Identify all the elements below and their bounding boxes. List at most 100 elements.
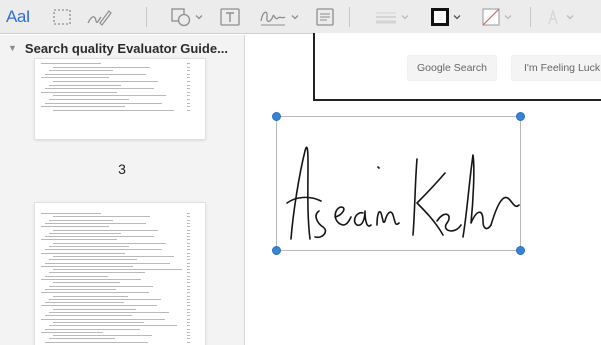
- selection-tool-button[interactable]: [52, 5, 72, 29]
- thumbnail-text-line: [45, 102, 162, 104]
- chevron-down-icon: [291, 15, 299, 20]
- thumbnail-text-line: [49, 219, 113, 221]
- thumbnail-text-line: [49, 272, 145, 274]
- border-color-button[interactable]: [430, 5, 461, 29]
- thumbnail-text-line: [45, 315, 132, 317]
- thumbnail-text-line: [41, 305, 157, 307]
- resize-handle-bottom-left[interactable]: [272, 246, 281, 255]
- thumbnail-text-line: [53, 229, 158, 231]
- google-search-button: Google Search: [407, 55, 497, 81]
- thumbnail-text-line: [49, 312, 169, 313]
- thumbnail-page-ref: [187, 269, 190, 271]
- text-box-tool-button[interactable]: [219, 5, 241, 29]
- thumbnail-page-ref: [187, 232, 190, 234]
- thumbnail-text-line: [49, 84, 121, 86]
- thumbnail-page-ref: [187, 219, 190, 221]
- thumbnail-text-line: [41, 252, 125, 254]
- thumbnail-page-ref: [187, 341, 190, 343]
- thumbnail-text-line: [53, 66, 150, 68]
- thumbnail-text-line: [53, 335, 152, 337]
- thumbnail-text-line: [53, 95, 166, 97]
- toolbar-separator: [530, 7, 531, 27]
- resize-handle-top-right[interactable]: [516, 112, 525, 121]
- thumbnail-text-line: [41, 77, 109, 79]
- thumbnail-text-line: [49, 338, 115, 340]
- thumbnail-page-ref: [187, 106, 190, 108]
- markup-toolbar: AaI: [0, 0, 601, 34]
- thumbnail-text-line: [41, 63, 101, 64]
- thumbnail-text-line: [41, 292, 149, 294]
- thumbnail-text-line: [53, 81, 158, 82]
- thumbnail-text-line: [45, 341, 148, 343]
- disclosure-triangle-icon[interactable]: ▼: [8, 43, 17, 53]
- thumbnail-page-ref: [187, 298, 190, 300]
- thumbnail-text-line: [45, 275, 108, 277]
- chevron-down-icon: [195, 15, 203, 20]
- thumbnail-text-line: [45, 236, 154, 238]
- thumbnail-page-ref: [187, 275, 190, 277]
- thumbnail-text-line: [49, 298, 161, 300]
- thumbnail-text-line: [45, 222, 146, 224]
- thumbnail-text-line: [41, 226, 109, 228]
- toolbar-separator: [349, 7, 350, 27]
- shape-style-button[interactable]: [374, 5, 409, 29]
- thumbnail-page-ref: [187, 302, 190, 304]
- text-style-button[interactable]: AaI: [4, 5, 32, 29]
- embedded-screenshot: Google Search I'm Feeling Luck: [313, 33, 601, 101]
- thumbnail-page-ref: [187, 335, 190, 337]
- document-header[interactable]: ▼ Search quality Evaluator Guide...: [0, 35, 244, 61]
- thumbnail-page-ref: [187, 99, 190, 100]
- thumbnail-text-line: [49, 99, 129, 100]
- resize-handle-bottom-right[interactable]: [516, 246, 525, 255]
- thumbnail-page-ref: [187, 109, 190, 111]
- thumbnail-page-ref: [187, 239, 190, 241]
- thumbnail-page-ref: [187, 255, 190, 257]
- thumbnail-page-ref: [187, 63, 190, 64]
- thumbnail-text-line: [49, 285, 153, 287]
- rectangular-selection-icon: [53, 9, 71, 25]
- document-canvas: Google Search I'm Feeling Luck: [246, 33, 601, 345]
- thumbnail-page-ref: [187, 315, 190, 317]
- thumbnail-text-line: [41, 331, 103, 333]
- chevron-down-icon: [453, 15, 461, 20]
- thumbnail-text-line: [41, 318, 165, 320]
- thumbnail-text-line: [53, 255, 174, 257]
- fill-color-button[interactable]: [481, 5, 512, 29]
- thumbnail-text-line: [53, 109, 174, 111]
- page-thumbnail[interactable]: [35, 59, 205, 139]
- chevron-down-icon: [504, 15, 512, 20]
- thumbnail-page-ref: [187, 338, 190, 340]
- thumbnail-sidebar: ▼ Search quality Evaluator Guide... 3: [0, 35, 245, 345]
- sign-tool-button[interactable]: [258, 5, 299, 29]
- thumbnail-page-ref: [187, 73, 190, 75]
- thumbnail-page-ref: [187, 305, 190, 307]
- note-tool-button[interactable]: [315, 5, 335, 29]
- signature-annotation[interactable]: [272, 112, 525, 255]
- thumbnail-text-line: [49, 232, 121, 234]
- thumbnail-page-ref: [187, 216, 190, 218]
- thumbnail-text-line: [45, 262, 170, 264]
- sketch-tool-button[interactable]: [86, 5, 112, 29]
- thumbnail-page-ref: [187, 312, 190, 313]
- signature-icon: [260, 11, 286, 26]
- thumbnail-page-ref: [187, 325, 190, 327]
- thumbnail-text-line: [53, 295, 128, 297]
- thumbnail-text-line: [41, 106, 125, 108]
- thumbnail-text-line: [49, 246, 129, 247]
- document-title: Search quality Evaluator Guide...: [24, 40, 228, 56]
- text-style-label: AaI: [6, 7, 31, 26]
- thumbnail-page-ref: [187, 252, 190, 254]
- thumbnail-text-line: [45, 73, 146, 75]
- thumbnail-page-ref: [187, 259, 190, 261]
- feeling-lucky-button: I'm Feeling Luck: [511, 55, 601, 81]
- thumbnail-text-line: [45, 302, 124, 304]
- text-color-button[interactable]: [543, 5, 574, 29]
- page-thumbnail[interactable]: [35, 203, 205, 345]
- thumbnail-page-ref: [187, 102, 190, 104]
- resize-handle-top-left[interactable]: [272, 112, 281, 121]
- toolbar-separator: [146, 7, 147, 27]
- text-color-icon: [548, 8, 558, 25]
- shapes-tool-button[interactable]: [170, 5, 203, 29]
- thumbnail-text-line: [41, 265, 133, 267]
- thumbnail-text-line: [41, 91, 117, 93]
